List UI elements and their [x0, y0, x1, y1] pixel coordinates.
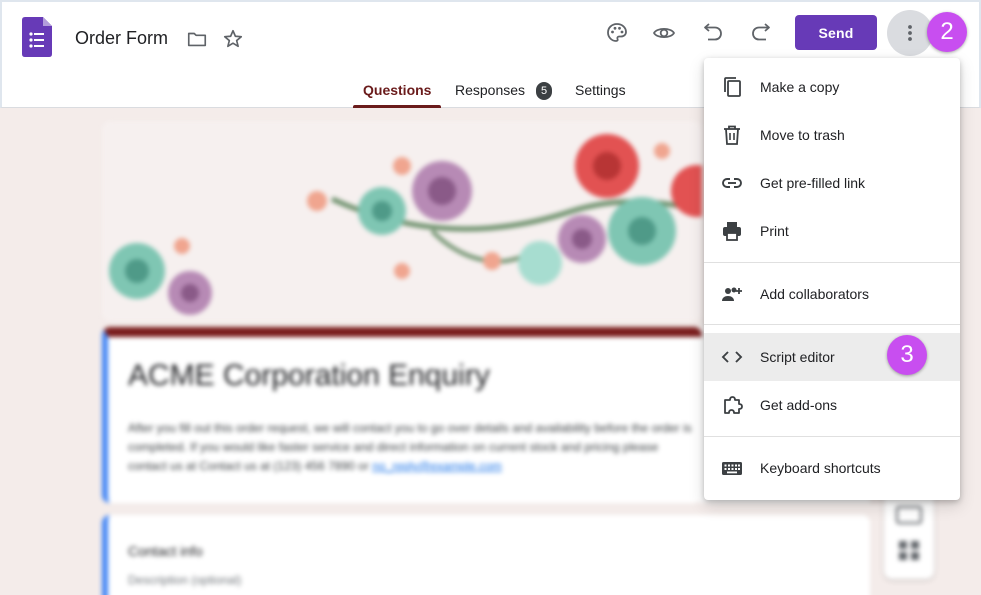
- floating-side-toolbar: [884, 489, 934, 579]
- question-description[interactable]: Description (optional): [128, 573, 241, 587]
- menu-item-make-copy[interactable]: Make a copy: [704, 63, 960, 111]
- puzzle-icon: [724, 396, 743, 414]
- menu-item-get-add-ons[interactable]: Get add-ons: [704, 381, 960, 429]
- step-badge-2: 2: [927, 12, 967, 52]
- menu-item-get-prefilled-link[interactable]: Get pre-filled link: [704, 159, 960, 207]
- form-description[interactable]: After you fill out this order request, w…: [128, 419, 698, 476]
- menu-divider: [704, 262, 960, 263]
- trash-icon: [724, 125, 740, 145]
- more-vert-icon: [908, 25, 912, 41]
- form-title[interactable]: Order Form: [75, 28, 168, 49]
- forms-logo-icon[interactable]: [22, 17, 52, 57]
- form-title-card[interactable]: ACME Corporation Enquiry After you fill …: [102, 327, 702, 503]
- copy-icon: [724, 77, 741, 97]
- step-badge-3: 3: [887, 335, 927, 375]
- tab-responses[interactable]: Responses: [455, 82, 525, 98]
- tab-settings[interactable]: Settings: [575, 82, 626, 98]
- question-title[interactable]: Contact info: [128, 543, 203, 559]
- menu-item-label: Script editor: [760, 349, 835, 365]
- menu-item-keyboard-shortcuts[interactable]: Keyboard shortcuts: [704, 444, 960, 492]
- form-heading[interactable]: ACME Corporation Enquiry: [128, 359, 490, 393]
- menu-divider: [704, 324, 960, 325]
- link-icon: [722, 178, 742, 188]
- email-link[interactable]: no_reply@example.com: [372, 459, 502, 473]
- question-card[interactable]: Contact info Description (optional): [102, 515, 870, 595]
- active-tab-indicator: [353, 105, 441, 108]
- print-icon: [723, 222, 741, 241]
- menu-item-label: Keyboard shortcuts: [760, 460, 881, 476]
- palette-icon[interactable]: [604, 20, 630, 46]
- floral-banner-illustration: [109, 134, 702, 315]
- keyboard-icon: [722, 462, 742, 475]
- menu-item-label: Print: [760, 223, 789, 239]
- undo-icon[interactable]: [700, 20, 726, 46]
- menu-item-print[interactable]: Print: [704, 207, 960, 255]
- menu-item-label: Get add-ons: [760, 397, 838, 413]
- menu-item-label: Make a copy: [760, 79, 840, 95]
- star-icon[interactable]: [222, 28, 244, 50]
- more-options-menu: Make a copy Move to trash Get pre-filled…: [704, 58, 960, 500]
- responses-count-badge: 5: [536, 82, 552, 100]
- menu-item-label: Add collaborators: [760, 286, 869, 302]
- redo-icon[interactable]: [748, 20, 774, 46]
- code-icon: [721, 351, 743, 363]
- add-title-icon: [896, 506, 922, 524]
- add-people-icon: [722, 287, 742, 301]
- menu-item-move-to-trash[interactable]: Move to trash: [704, 111, 960, 159]
- menu-item-add-collaborators[interactable]: Add collaborators: [704, 270, 960, 318]
- menu-item-label: Get pre-filled link: [760, 175, 866, 191]
- header-banner-image: [102, 121, 702, 321]
- menu-item-label: Move to trash: [760, 127, 845, 143]
- folder-icon[interactable]: [186, 28, 208, 50]
- menu-divider: [704, 436, 960, 437]
- tab-questions[interactable]: Questions: [363, 82, 431, 98]
- send-button[interactable]: Send: [795, 15, 877, 50]
- preview-eye-icon[interactable]: [651, 20, 677, 46]
